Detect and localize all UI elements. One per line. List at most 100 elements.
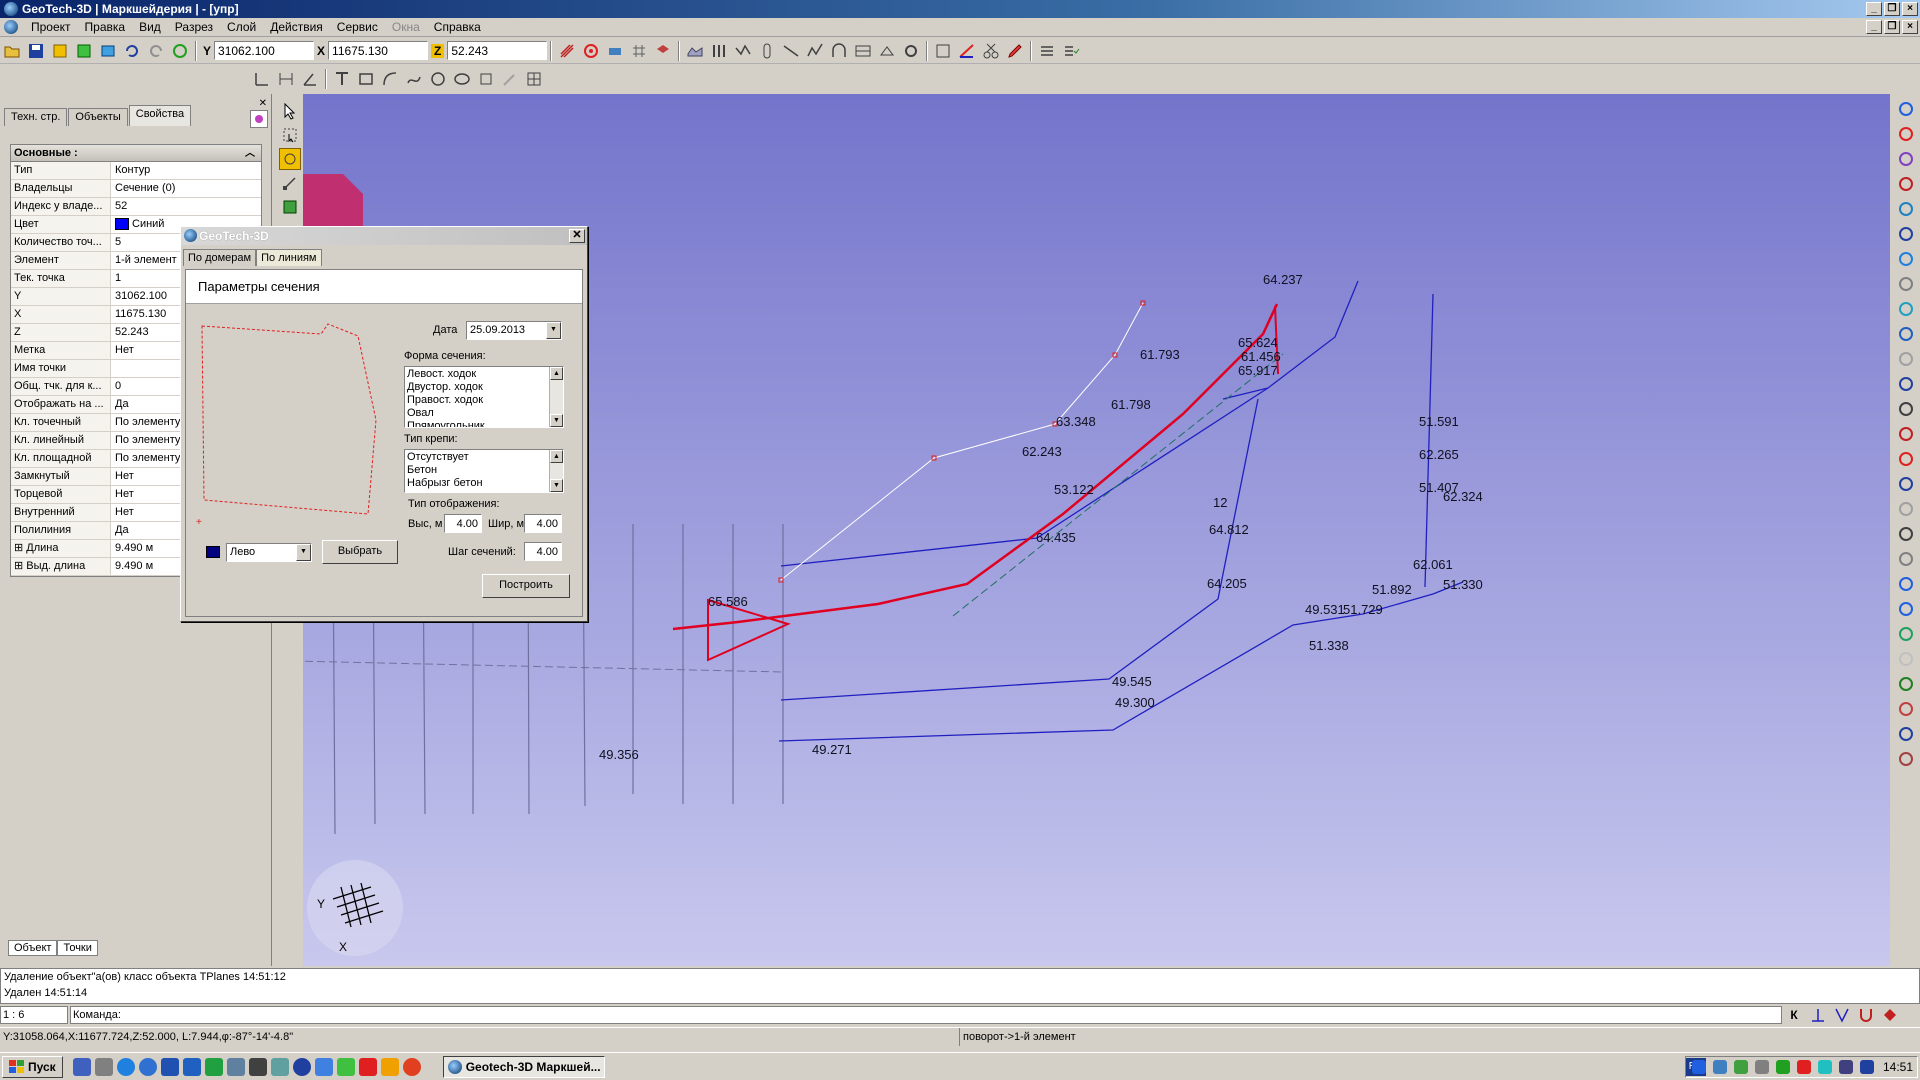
width-input[interactable] xyxy=(524,514,562,533)
property-row[interactable]: Тип Контур xyxy=(11,162,261,180)
snap-perp-icon[interactable] xyxy=(1807,1004,1829,1026)
mesh-icon[interactable] xyxy=(804,40,826,62)
dialog-close-button[interactable]: ✕ xyxy=(569,229,585,243)
open-icon[interactable] xyxy=(1,40,23,62)
quicklaunch-icon[interactable] xyxy=(314,1057,333,1076)
restore-button[interactable]: ❐ xyxy=(1884,2,1900,16)
ellipse-icon[interactable] xyxy=(451,68,473,90)
columns-icon[interactable] xyxy=(708,40,730,62)
frame-icon[interactable] xyxy=(932,40,954,62)
x-coord-input[interactable] xyxy=(328,41,429,60)
snap-magnet-icon[interactable] xyxy=(1855,1004,1877,1026)
list-item[interactable]: Набрызг бетон xyxy=(407,477,561,490)
view-tool-icon[interactable] xyxy=(1895,323,1917,345)
z-coord-input[interactable] xyxy=(447,41,548,60)
list-item[interactable]: Двустор. ходок xyxy=(407,381,561,394)
view-tool-icon[interactable] xyxy=(1895,473,1917,495)
scissors-icon[interactable] xyxy=(980,40,1002,62)
cube-icon[interactable] xyxy=(73,40,95,62)
tab-objects[interactable]: Объекты xyxy=(68,108,128,126)
close-button[interactable]: × xyxy=(1902,2,1918,16)
document-icon[interactable] xyxy=(4,20,18,34)
menu-actions[interactable]: Действия xyxy=(263,20,330,34)
quicklaunch-icon[interactable] xyxy=(270,1057,289,1076)
pencil-icon[interactable] xyxy=(1004,40,1026,62)
scroll-up-icon[interactable]: ▲ xyxy=(550,450,563,463)
select-box-icon[interactable] xyxy=(279,124,301,146)
view-tool-icon[interactable] xyxy=(1895,548,1917,570)
property-value[interactable]: 52 xyxy=(111,198,261,215)
axes-icon[interactable] xyxy=(251,68,273,90)
menu-windows[interactable]: Окна xyxy=(385,20,427,34)
mdi-restore-button[interactable]: ❐ xyxy=(1884,20,1900,34)
tab-by-measurements[interactable]: По домерам xyxy=(183,249,257,266)
view-tool-icon[interactable] xyxy=(1895,148,1917,170)
mdi-close-button[interactable]: × xyxy=(1902,20,1918,34)
section-header[interactable]: Основные : ︿ xyxy=(11,145,261,162)
list-item[interactable]: Отсутствует xyxy=(407,451,561,464)
height-input[interactable] xyxy=(444,514,482,533)
quicklaunch-icon[interactable] xyxy=(248,1057,267,1076)
list-item[interactable]: Бетон xyxy=(407,464,561,477)
view-tool-icon[interactable] xyxy=(1895,598,1917,620)
view-tool-icon[interactable] xyxy=(1895,448,1917,470)
quicklaunch-icon[interactable] xyxy=(358,1057,377,1076)
rectangle-icon[interactable] xyxy=(355,68,377,90)
build-button[interactable]: Построить xyxy=(482,574,570,598)
output-log[interactable]: Удаление объект"а(ов) класс объекта TPla… xyxy=(0,968,1920,1004)
view-tool-icon[interactable] xyxy=(1895,698,1917,720)
command-input[interactable]: Команда: xyxy=(70,1006,1782,1024)
quicklaunch-icon[interactable] xyxy=(182,1057,201,1076)
print-icon[interactable] xyxy=(604,40,626,62)
property-row[interactable]: Индекс у владе... 52 xyxy=(11,198,261,216)
panel-settings-icon[interactable] xyxy=(250,110,268,128)
grid-icon[interactable] xyxy=(628,40,650,62)
circle-icon[interactable] xyxy=(427,68,449,90)
view-tool-icon[interactable] xyxy=(1895,348,1917,370)
list-icon[interactable] xyxy=(1036,40,1058,62)
scale-field[interactable]: 1 : 6 xyxy=(0,1006,68,1024)
property-value[interactable]: Контур xyxy=(111,162,261,179)
layers-edit-icon[interactable] xyxy=(876,40,898,62)
node-edit-icon[interactable] xyxy=(279,172,301,194)
scroll-up-icon[interactable]: ▲ xyxy=(550,367,563,380)
list-check-icon[interactable] xyxy=(1060,40,1082,62)
menu-project[interactable]: Проект xyxy=(24,20,78,34)
view-tool-icon[interactable] xyxy=(1895,398,1917,420)
measure-icon[interactable] xyxy=(956,40,978,62)
text-icon[interactable] xyxy=(331,68,353,90)
refresh-icon[interactable] xyxy=(169,40,191,62)
square-icon[interactable] xyxy=(475,68,497,90)
tray-icon[interactable] xyxy=(1775,1060,1790,1074)
quicklaunch-icon[interactable] xyxy=(94,1057,113,1076)
grid-red-icon[interactable] xyxy=(556,40,578,62)
property-row[interactable]: Владельцы Сечение (0) xyxy=(11,180,261,198)
color-swatch[interactable] xyxy=(206,546,220,558)
tab-points[interactable]: Точки xyxy=(57,940,98,956)
chevron-down-icon[interactable]: ▼ xyxy=(546,322,561,339)
view-tool-icon[interactable] xyxy=(1895,123,1917,145)
tray-icon[interactable] xyxy=(1838,1060,1853,1074)
panel-close-icon[interactable]: ✕ xyxy=(259,98,267,109)
add-point-icon[interactable] xyxy=(279,196,301,218)
list-item[interactable]: Правост. ходок xyxy=(407,394,561,407)
menu-view[interactable]: Вид xyxy=(132,20,168,34)
view-tool-icon[interactable] xyxy=(1895,523,1917,545)
quicklaunch-icon[interactable] xyxy=(138,1057,157,1076)
chevron-down-icon[interactable]: ▼ xyxy=(296,544,311,561)
side-select[interactable]: Лево ▼ xyxy=(226,543,312,562)
select-object-icon[interactable] xyxy=(279,148,301,170)
table-icon[interactable] xyxy=(852,40,874,62)
export-icon[interactable] xyxy=(97,40,119,62)
menu-help[interactable]: Справка xyxy=(427,20,488,34)
slope-icon[interactable] xyxy=(780,40,802,62)
view-tool-icon[interactable] xyxy=(1895,748,1917,770)
view-tool-icon[interactable] xyxy=(1895,98,1917,120)
snap-diamond-icon[interactable] xyxy=(1879,1004,1901,1026)
select-arrow-icon[interactable] xyxy=(279,100,301,122)
y-coord-input[interactable] xyxy=(214,41,315,60)
scroll-down-icon[interactable]: ▼ xyxy=(550,414,563,427)
angle-icon[interactable] xyxy=(299,68,321,90)
view-tool-icon[interactable] xyxy=(1895,423,1917,445)
dimension-icon[interactable] xyxy=(275,68,297,90)
